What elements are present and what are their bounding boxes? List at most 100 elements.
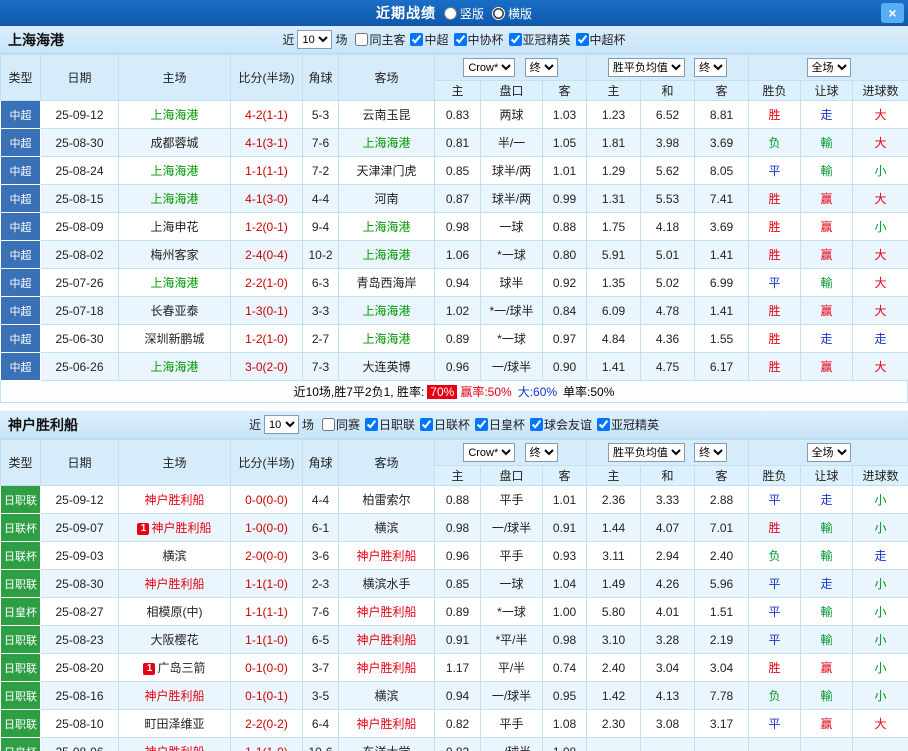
filter-checkbox-input[interactable]: [355, 32, 369, 46]
scope-select[interactable]: 全场: [806, 58, 851, 77]
filter-checkbox-label: 中协杯: [467, 32, 504, 47]
filter-checkbox-label: 球会友谊: [544, 417, 593, 432]
filter-checkbox-input[interactable]: [321, 417, 335, 431]
asian-away-odds: 0.84: [542, 296, 587, 325]
euro-draw-odds: 3.08: [640, 709, 695, 738]
europe-odds-select[interactable]: 胜平负均值: [607, 443, 685, 462]
asian-away-odds: 1.03: [542, 100, 587, 129]
handicap-result-cell: 輸: [800, 597, 854, 626]
filter-checkbox[interactable]: 中超杯: [575, 31, 626, 48]
layout-option-horizontal[interactable]: 横版: [492, 5, 532, 22]
final-odds-select[interactable]: 终: [524, 58, 558, 77]
match-type-badge: 日职联: [0, 709, 41, 738]
asian-home-odds: 0.89: [434, 324, 481, 353]
vertical-radio[interactable]: [443, 6, 457, 20]
score-cell: 1-2(0-1): [230, 212, 303, 241]
away-team-name: 神户胜利船: [356, 633, 417, 647]
filter-checkbox[interactable]: 日皇杯: [475, 416, 525, 433]
filter-checkbox-input[interactable]: [575, 32, 589, 46]
result-cell: 负: [748, 681, 802, 710]
filter-checkbox[interactable]: 同主客: [355, 31, 405, 48]
final-odds-select[interactable]: 终: [694, 443, 728, 462]
handicap-cell: *一/球半: [480, 296, 543, 325]
goals-result-cell: 小: [852, 212, 908, 241]
filter-checkbox-input[interactable]: [530, 417, 544, 431]
col-goals: 进球数: [852, 80, 908, 101]
asian-home-odds: 1.17: [434, 653, 481, 682]
away-team-cell: 神户胜利船: [338, 541, 435, 570]
filter-checkbox-label: 中超: [424, 32, 449, 47]
euro-draw-odds: 4.07: [640, 513, 695, 542]
score-cell: 0-0(0-0): [230, 485, 303, 514]
score-cell: 0-1(0-1): [230, 681, 303, 710]
filter-checkbox-input[interactable]: [475, 417, 489, 431]
col-asian-home: 主: [434, 465, 481, 486]
away-team-cell: 神户胜利船: [338, 653, 435, 682]
europe-odds-select[interactable]: 胜平负均值: [607, 58, 685, 77]
filter-checkbox-input[interactable]: [453, 32, 467, 46]
euro-draw-odds: 6.52: [640, 100, 695, 129]
corner-cell: 6-4: [302, 709, 339, 738]
corner-cell: 3-5: [302, 681, 339, 710]
home-team-name: 神户胜利船: [144, 577, 205, 591]
away-team-name: 上海海港: [362, 136, 411, 150]
asian-home-odds: 0.94: [434, 681, 481, 710]
filter-checkbox[interactable]: 日联杯: [420, 416, 470, 433]
filter-checkbox[interactable]: 中协杯: [453, 31, 504, 48]
col-euro-away: 客: [693, 465, 750, 486]
handicap-cell: 半/一: [480, 128, 543, 157]
filter-checkbox-input[interactable]: [364, 417, 378, 431]
home-team-cell: 神户胜利船: [118, 569, 231, 598]
filter-checkbox[interactable]: 亚冠精英: [508, 31, 571, 48]
filter-checkbox-input[interactable]: [597, 417, 611, 431]
close-icon[interactable]: ×: [881, 3, 904, 23]
filter-checkbox-input[interactable]: [410, 32, 424, 46]
euro-home-odds: 1.41: [586, 352, 641, 381]
table-row: 中超 25-07-26 上海海港 2-2(1-0) 6-3 青岛西海岸 0.94…: [0, 268, 908, 297]
away-team-name: 横滨: [374, 689, 399, 703]
table-row: 中超 25-08-09 上海申花 1-2(0-1) 9-4 上海海港 0.98 …: [0, 212, 908, 241]
match-count-select[interactable]: 10: [297, 30, 333, 49]
away-team-name: 神户胜利船: [356, 717, 417, 731]
score-cell: 2-4(0-4): [230, 240, 303, 269]
asian-home-odds: 0.89: [434, 597, 481, 626]
europe-odds-group: 胜平负均值 终: [585, 54, 750, 81]
filter-checkbox[interactable]: 中超: [410, 31, 449, 48]
match-type-badge: 中超: [0, 296, 41, 325]
bookmaker-select[interactable]: Crow*: [463, 58, 516, 77]
asian-away-odds: 0.95: [542, 681, 587, 710]
filter-checkbox-input[interactable]: [508, 32, 522, 46]
bookmaker-select[interactable]: Crow*: [463, 443, 516, 462]
filter-checkbox[interactable]: 日职联: [364, 416, 415, 433]
corner-cell: 10-6: [302, 737, 339, 751]
horizontal-radio-label: 横版: [508, 6, 533, 21]
euro-draw-odds: 3.98: [640, 128, 695, 157]
matches-label: 场: [301, 418, 314, 432]
match-count-select[interactable]: 10: [263, 415, 299, 434]
col-type: 类型: [0, 54, 41, 101]
euro-draw-odds: 4.01: [640, 597, 695, 626]
result-cell: 平: [748, 597, 802, 626]
handicap-result-cell: 輸: [800, 513, 854, 542]
filter-checkbox-label: 同赛: [335, 417, 360, 432]
final-odds-select[interactable]: 终: [694, 58, 728, 77]
layout-option-vertical[interactable]: 竖版: [443, 5, 484, 22]
match-date: 25-09-12: [40, 485, 119, 514]
filter-checkbox[interactable]: 球会友谊: [530, 416, 592, 433]
horizontal-radio[interactable]: [492, 6, 505, 20]
table-row: 中超 25-08-15 上海海港 4-1(3-0) 4-4 河南 0.87 球半…: [0, 184, 908, 213]
match-date: 25-08-27: [40, 597, 119, 626]
scope-select[interactable]: 全场: [806, 443, 851, 462]
filter-checkbox[interactable]: 亚冠精英: [597, 416, 659, 433]
table-row: 中超 25-08-24 上海海港 1-1(1-1) 7-2 天津津门虎 0.85…: [0, 156, 908, 185]
filter-checkbox-input[interactable]: [420, 417, 433, 431]
final-odds-select[interactable]: 终: [524, 443, 558, 462]
home-team-cell: 大阪樱花: [118, 625, 231, 654]
handicap-result-cell: 走: [800, 485, 854, 514]
corner-cell: 2-3: [302, 569, 339, 598]
euro-draw-odds: 3.28: [640, 625, 695, 654]
match-type-badge: 中超: [0, 324, 41, 353]
euro-away-odds: 3.69: [693, 212, 750, 241]
filter-checkbox[interactable]: 同赛: [321, 416, 360, 433]
euro-away-odds: [693, 737, 750, 751]
